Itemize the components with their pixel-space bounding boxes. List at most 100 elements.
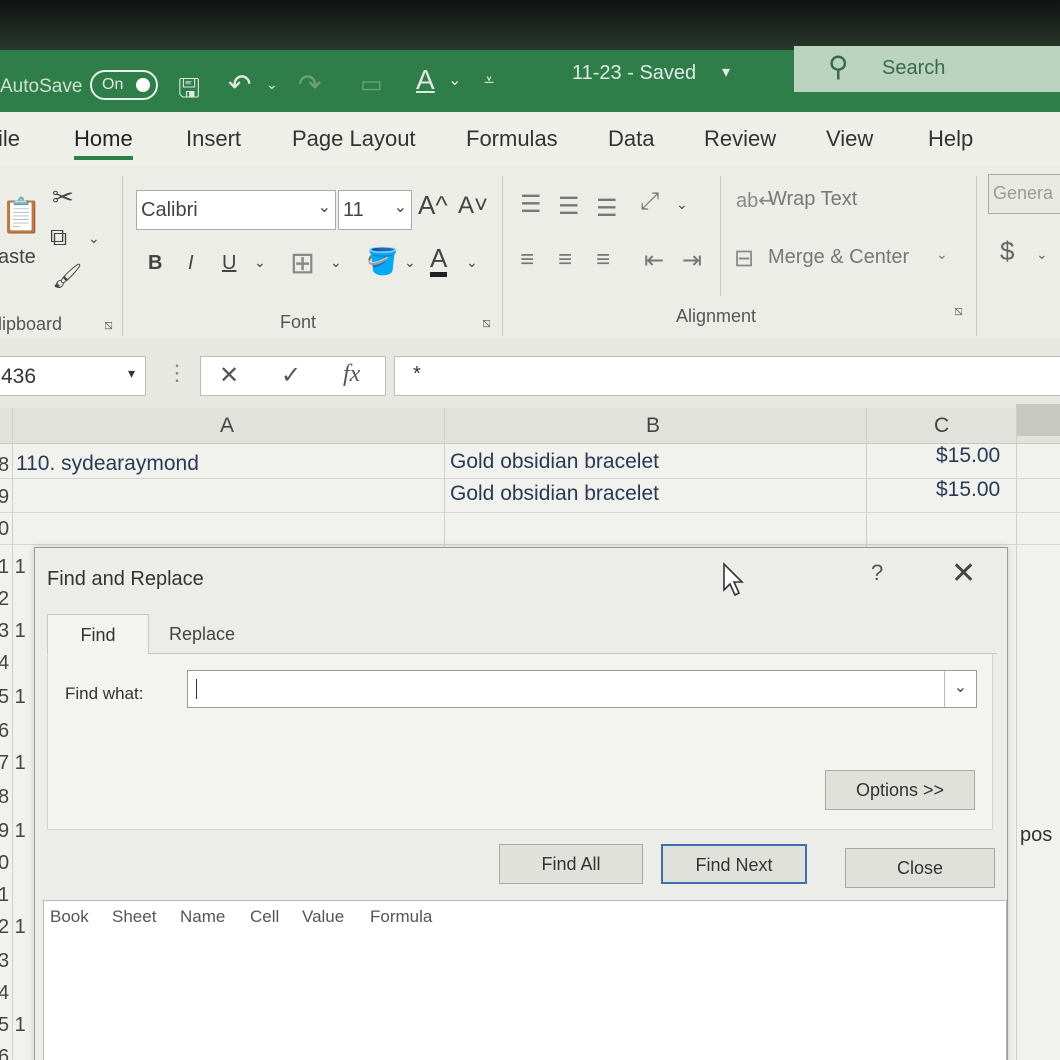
tab-help[interactable]: Help	[928, 126, 973, 152]
row-number[interactable]: 8	[0, 454, 12, 477]
undo-dropdown-icon[interactable]: ⌄	[266, 76, 278, 93]
row-number[interactable]: 8	[0, 786, 12, 809]
results-list[interactable]: Book Sheet Name Cell Value Formula	[43, 900, 1007, 1060]
tab-formulas[interactable]: Formulas	[466, 126, 558, 152]
row-number[interactable]: 2	[0, 588, 12, 611]
close-button[interactable]: Close	[845, 848, 995, 888]
font-name-select[interactable]: Calibri ⌄	[136, 190, 336, 230]
align-left-icon[interactable]: ≡	[520, 246, 534, 274]
font-color-qat-dropdown-icon[interactable]: ⌄	[448, 70, 461, 90]
increase-indent-icon[interactable]: ⇥	[682, 246, 702, 275]
cell-a[interactable]: 110. sydearaymond	[16, 452, 199, 476]
font-size-select[interactable]: 11 ⌄	[338, 190, 412, 230]
merge-dropdown-icon[interactable]: ⌄	[936, 246, 948, 263]
font-color-dropdown-icon[interactable]: ⌄	[466, 254, 478, 271]
copy-icon[interactable]: ⧉	[50, 224, 67, 252]
number-format-select[interactable]: Genera	[988, 174, 1060, 214]
row-number[interactable]: 2 1	[0, 916, 32, 939]
cut-icon[interactable]: ✂	[52, 182, 74, 213]
column-header-a[interactable]: A	[220, 414, 234, 438]
results-column-book[interactable]: Book	[50, 907, 89, 927]
dialog-close-icon[interactable]: ✕	[951, 556, 976, 591]
row-number[interactable]: 4	[0, 982, 12, 1005]
undo-icon[interactable]: ↶	[228, 68, 251, 101]
underline-dropdown-icon[interactable]: ⌄	[254, 254, 266, 271]
results-column-value[interactable]: Value	[302, 907, 344, 927]
tab-review[interactable]: Review	[704, 126, 776, 152]
top-align-icon[interactable]: ☰	[520, 190, 542, 219]
orientation-icon[interactable]: ⤢	[640, 188, 659, 216]
title-dropdown-icon[interactable]: ▾	[722, 62, 730, 82]
tab-insert[interactable]: Insert	[186, 126, 241, 152]
fill-color-dropdown-icon[interactable]: ⌄	[404, 254, 416, 271]
italic-button[interactable]: I	[188, 252, 194, 275]
tab-data[interactable]: Data	[608, 126, 654, 152]
insert-function-icon[interactable]: fx	[343, 361, 360, 388]
row-number[interactable]: 1 1	[0, 556, 32, 579]
print-icon[interactable]: ▭	[360, 70, 383, 99]
redo-icon[interactable]: ↷	[298, 68, 321, 101]
tab-replace[interactable]: Replace	[151, 614, 253, 654]
bottom-align-icon[interactable]: ☰	[596, 194, 618, 223]
font-color-qat-icon[interactable]: A	[416, 64, 435, 96]
wrap-text-button[interactable]: Wrap Text	[768, 188, 857, 211]
results-column-formula[interactable]: Formula	[370, 907, 432, 927]
borders-dropdown-icon[interactable]: ⌄	[330, 254, 342, 271]
cell-c[interactable]: $15.00	[936, 444, 1000, 468]
row-number[interactable]: 3	[0, 950, 12, 973]
find-all-button[interactable]: Find All	[499, 844, 643, 884]
paste-label[interactable]: aste	[0, 246, 36, 269]
row-number[interactable]: 0	[0, 518, 12, 541]
row-number[interactable]: 6	[0, 720, 12, 743]
grow-font-icon[interactable]: A^	[418, 190, 448, 221]
cell-fragment[interactable]: pos	[1020, 824, 1052, 847]
format-painter-icon[interactable]: 🖌	[52, 262, 82, 291]
row-number[interactable]: 5 1	[0, 1014, 32, 1037]
save-icon[interactable]: 🖫	[178, 70, 200, 114]
row-number[interactable]: 1	[0, 884, 12, 907]
row-number[interactable]: 7 1	[0, 752, 32, 775]
row-number[interactable]: 9 1	[0, 820, 32, 843]
currency-dropdown-icon[interactable]: ⌄	[1036, 246, 1048, 263]
font-launcher-icon[interactable]: ⧅	[482, 314, 491, 331]
font-color-icon[interactable]: A	[430, 244, 448, 277]
chevron-down-icon[interactable]: ⌄	[944, 671, 976, 707]
tab-home[interactable]: Home	[74, 126, 133, 160]
merge-center-icon[interactable]: ⊟	[734, 244, 754, 273]
find-next-button[interactable]: Find Next	[661, 844, 807, 884]
results-column-name[interactable]: Name	[180, 907, 225, 927]
find-what-input[interactable]: ⌄	[187, 670, 977, 708]
search-box[interactable]: ⚲ Search	[794, 46, 1060, 92]
align-center-icon[interactable]: ≡	[558, 246, 572, 274]
clipboard-launcher-icon[interactable]: ⧅	[104, 316, 113, 333]
cell-b[interactable]: Gold obsidian bracelet	[450, 482, 659, 506]
row-number[interactable]: 6	[0, 1046, 12, 1060]
results-column-sheet[interactable]: Sheet	[112, 907, 156, 927]
customize-qat-icon[interactable]: ⩡	[484, 70, 494, 91]
row-number[interactable]: 3 1	[0, 620, 32, 643]
decrease-indent-icon[interactable]: ⇤	[644, 246, 664, 275]
tab-view[interactable]: View	[826, 126, 873, 152]
middle-align-icon[interactable]: ☰	[558, 192, 580, 221]
shrink-font-icon[interactable]: A˅	[458, 192, 488, 220]
cancel-entry-icon[interactable]: ✕	[219, 361, 239, 390]
options-button[interactable]: Options >>	[825, 770, 975, 810]
tab-find[interactable]: Find	[47, 614, 149, 654]
tab-file[interactable]: ile	[0, 126, 20, 152]
confirm-entry-icon[interactable]: ✓	[281, 361, 301, 390]
align-right-icon[interactable]: ≡	[596, 246, 610, 274]
borders-icon[interactable]: ⊞	[290, 246, 315, 281]
column-header-b[interactable]: B	[646, 414, 660, 438]
tab-page-layout[interactable]: Page Layout	[292, 126, 416, 152]
row-number[interactable]: 4	[0, 652, 12, 675]
formula-bar-grip-icon[interactable]: ⋮	[166, 360, 188, 386]
autosave-toggle[interactable]: On	[90, 70, 158, 100]
currency-button[interactable]: $	[1000, 236, 1014, 267]
formula-input[interactable]: *	[394, 356, 1060, 396]
copy-dropdown-icon[interactable]: ⌄	[88, 230, 100, 247]
column-header-c[interactable]: C	[934, 414, 949, 438]
column-header-d[interactable]	[1016, 404, 1060, 436]
row-number[interactable]: 0	[0, 852, 12, 875]
cell-c[interactable]: $15.00	[936, 478, 1000, 502]
row-number[interactable]: 5 1	[0, 686, 32, 709]
